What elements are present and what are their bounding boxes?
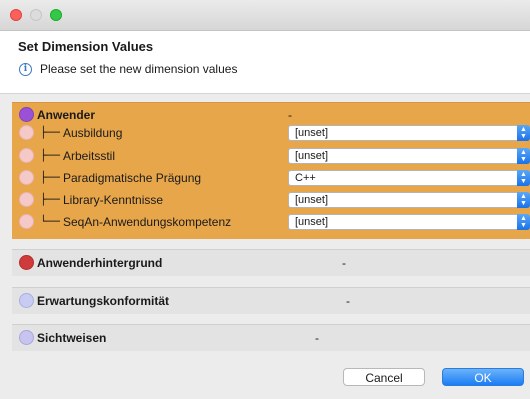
group-color-dot	[19, 255, 34, 270]
value-select-ausbildung[interactable]: [unset] ▲ ▼	[288, 125, 530, 141]
dimension-label-arbeitsstil: Arbeitsstil	[63, 149, 116, 163]
tree-connector: ├──	[40, 126, 60, 139]
value-select-seqan-anwendungskompetenz[interactable]: [unset] ▲ ▼	[288, 214, 530, 230]
group-color-dot	[19, 330, 34, 345]
ok-button[interactable]: OK	[442, 368, 524, 386]
tree-connector: ├──	[40, 193, 60, 206]
child-color-dot	[19, 192, 34, 207]
value-select-arbeitsstil[interactable]: [unset] ▲ ▼	[288, 148, 530, 164]
child-color-dot	[19, 125, 34, 140]
group-anwenderhintergrund[interactable]: Anwenderhintergrund -	[12, 249, 530, 276]
dimension-label-paradigmatische-praegung: Paradigmatische Prägung	[63, 171, 202, 185]
select-value: C++	[295, 172, 316, 184]
select-value: [unset]	[295, 194, 329, 206]
tree-connector: └──	[40, 215, 60, 228]
select-chevrons-icon: ▲ ▼	[517, 170, 530, 186]
dimension-label-ausbildung: Ausbildung	[63, 126, 123, 140]
group-erwartungskonformitaet[interactable]: Erwartungskonformität -	[12, 287, 530, 314]
dialog-message: Please set the new dimension values	[40, 62, 238, 76]
group-sichtweisen[interactable]: Sichtweisen -	[12, 324, 530, 351]
group-value: -	[288, 108, 292, 122]
dialog-title: Set Dimension Values	[18, 39, 154, 54]
group-value: -	[315, 331, 319, 345]
select-value: [unset]	[295, 216, 329, 228]
child-color-dot	[19, 170, 34, 185]
select-chevrons-icon: ▲ ▼	[517, 192, 530, 208]
group-label: Sichtweisen	[37, 331, 107, 345]
group-value: -	[346, 294, 350, 308]
window-titlebar	[0, 0, 530, 31]
close-window-button[interactable]	[10, 9, 22, 21]
child-color-dot	[19, 214, 34, 229]
zoom-window-button[interactable]	[50, 9, 62, 21]
dimension-label-seqan-anwendungskompetenz: SeqAn-Anwendungskompetenz	[63, 215, 232, 229]
select-chevrons-icon: ▲ ▼	[517, 214, 530, 230]
info-icon: i	[19, 63, 32, 76]
group-label: Erwartungskonformität	[37, 294, 170, 308]
group-value: -	[342, 256, 346, 270]
dialog-header: Set Dimension Values i Please set the ne…	[0, 31, 530, 94]
child-color-dot	[19, 148, 34, 163]
tree-connector: ├──	[40, 171, 60, 184]
group-label: Anwenderhintergrund	[37, 256, 163, 270]
select-chevrons-icon: ▲ ▼	[517, 125, 530, 141]
group-color-dot	[19, 293, 34, 308]
group-anwender: Anwender - ├── Ausbildung [unset] ▲ ▼ ├──…	[12, 102, 530, 239]
group-color-dot	[19, 107, 34, 122]
minimize-window-button[interactable]	[30, 9, 42, 21]
cancel-button[interactable]: Cancel	[343, 368, 425, 386]
group-label[interactable]: Anwender	[37, 108, 95, 122]
value-select-paradigmatische-praegung[interactable]: C++ ▲ ▼	[288, 170, 530, 186]
select-value: [unset]	[295, 127, 329, 139]
select-value: [unset]	[295, 150, 329, 162]
value-select-library-kenntnisse[interactable]: [unset] ▲ ▼	[288, 192, 530, 208]
select-chevrons-icon: ▲ ▼	[517, 148, 530, 164]
dimension-label-library-kenntnisse: Library-Kenntnisse	[63, 193, 164, 207]
tree-connector: ├──	[40, 149, 60, 162]
